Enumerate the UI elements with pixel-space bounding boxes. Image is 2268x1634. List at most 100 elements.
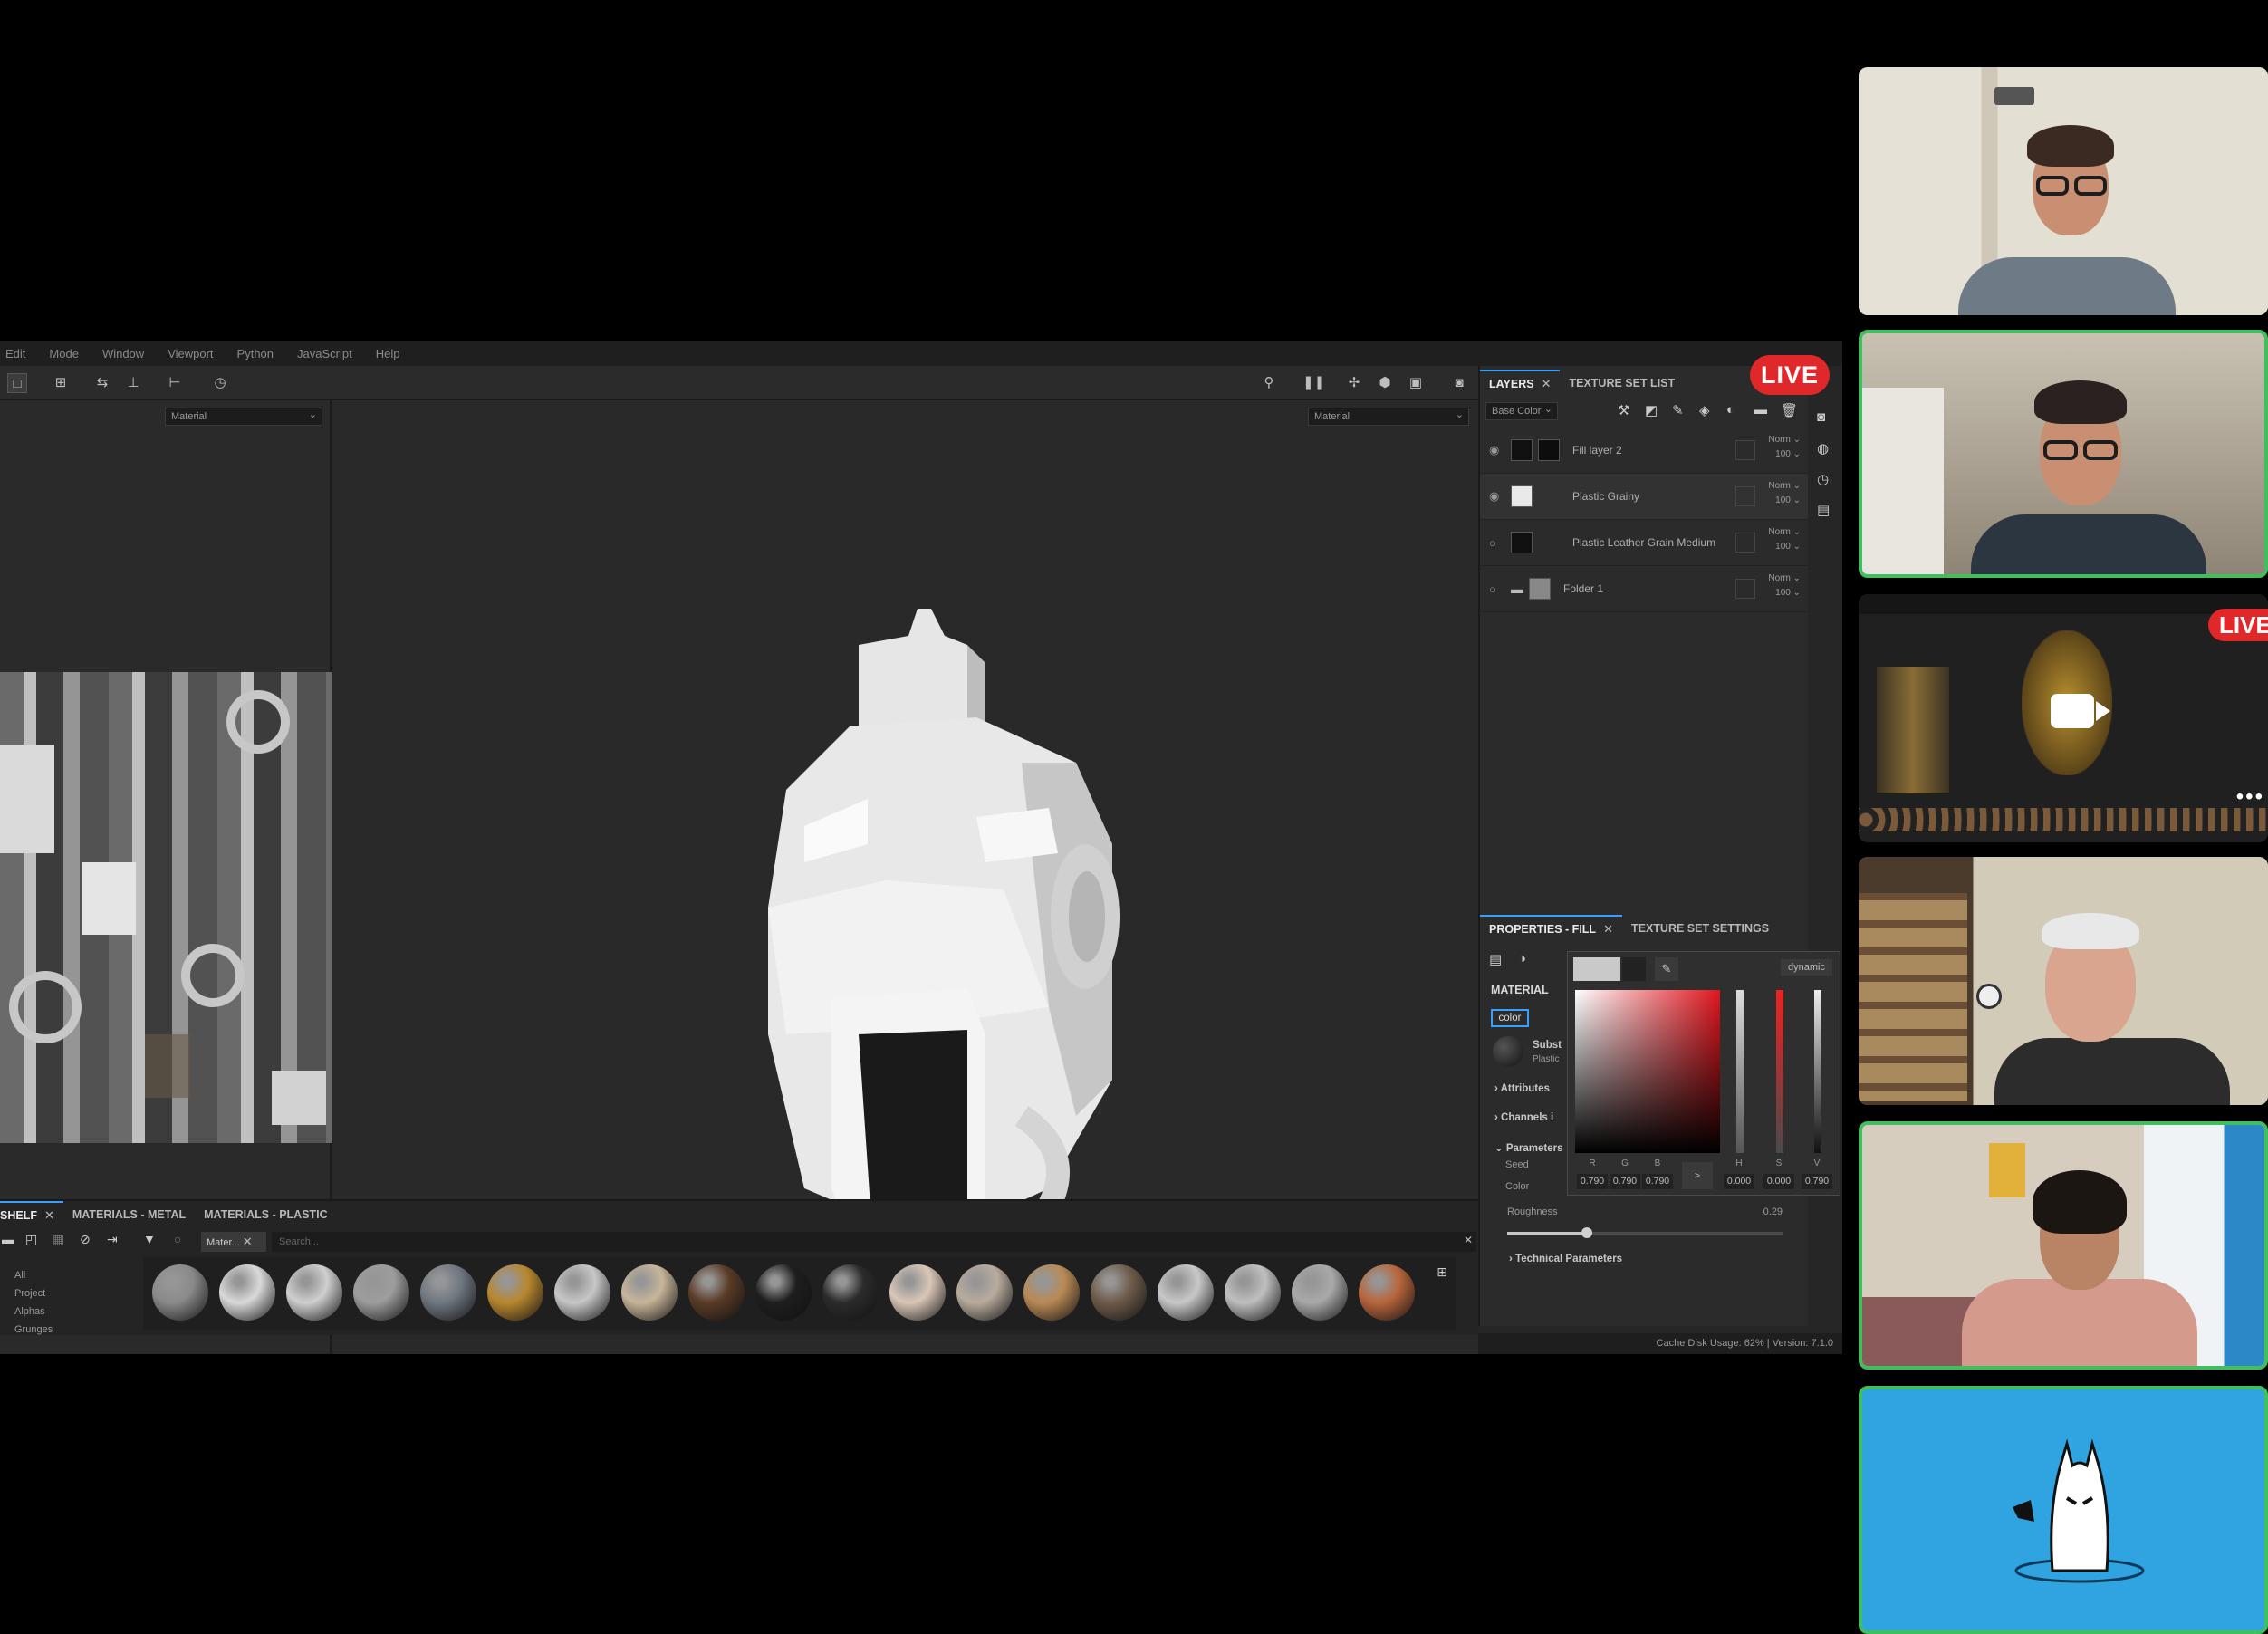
grid-view-icon[interactable]: ⊞ [1437, 1264, 1447, 1280]
participant-tile[interactable] [1859, 857, 2268, 1105]
material-sphere[interactable] [822, 1264, 879, 1321]
menu-window[interactable]: Window [102, 347, 144, 360]
symmetry-icon[interactable]: ⚲ [1259, 373, 1279, 393]
smart-material-icon[interactable]: ◐ [1726, 402, 1735, 418]
layer-blend[interactable]: Norm ⌄ 100 ⌄ [1768, 572, 1801, 601]
layer-row[interactable]: ◉ Plastic Grainy Norm ⌄ 100 ⌄ [1480, 474, 1808, 520]
tab-shelf[interactable]: SHELF ✕ [0, 1201, 63, 1228]
layer-blend[interactable]: Norm ⌄ 100 ⌄ [1768, 433, 1801, 462]
tab-layers[interactable]: LAYERS ✕ [1480, 370, 1561, 398]
layer-row[interactable]: ○ Plastic Leather Grain Medium Norm ⌄ 100… [1480, 520, 1808, 566]
archive-icon[interactable]: ▦ [53, 1232, 64, 1247]
effects-icon[interactable]: ⚒ [1618, 402, 1629, 418]
timer-icon[interactable]: ◷ [210, 373, 230, 393]
import-icon[interactable]: ⇥ [107, 1232, 118, 1247]
tab-texture-set-settings[interactable]: TEXTURE SET SETTINGS [1622, 915, 1778, 942]
single-view-icon[interactable]: □ [7, 373, 27, 393]
s-slider[interactable] [1776, 990, 1783, 1153]
new-folder-icon[interactable]: ◰ [25, 1232, 37, 1247]
layer-row[interactable]: ◉ Fill layer 2 Norm ⌄ 100 ⌄ [1480, 428, 1808, 474]
close-icon[interactable]: ✕ [1542, 370, 1552, 398]
fill-properties-icon[interactable]: ▤ [1489, 951, 1502, 967]
category-all[interactable]: All [14, 1266, 53, 1284]
screen-share-tile[interactable]: LIVE ••• [1859, 594, 2268, 842]
tab-properties-fill[interactable]: PROPERTIES - FILL ✕ [1480, 915, 1622, 942]
close-icon[interactable]: ✕ [1603, 916, 1613, 943]
material-sphere[interactable] [1292, 1264, 1348, 1321]
material-sphere-icon[interactable]: ◑ [1518, 951, 1526, 966]
menu-edit[interactable]: Edit [5, 347, 25, 360]
menu-mode[interactable]: Mode [49, 347, 79, 360]
camera-mode-icon[interactable]: ⬢ [1375, 373, 1395, 393]
g-field[interactable]: 0.790 [1610, 1174, 1640, 1189]
more-options-icon[interactable]: ••• [2236, 784, 2264, 810]
dynamic-mode-button[interactable]: dynamic [1781, 959, 1832, 976]
s-field[interactable]: 0.000 [1763, 1174, 1794, 1189]
material-sphere[interactable] [1091, 1264, 1147, 1321]
log-icon[interactable]: ▤ [1817, 502, 1830, 518]
tab-materials-plastic[interactable]: MATERIALS - PLASTIC [195, 1201, 337, 1228]
material-sphere[interactable] [554, 1264, 610, 1321]
fill-layer-icon[interactable]: ◈ [1699, 402, 1710, 418]
h-slider[interactable] [1736, 990, 1744, 1153]
material-sphere[interactable] [420, 1264, 476, 1321]
material-sphere[interactable] [1023, 1264, 1080, 1321]
layer-blend[interactable]: Norm ⌄ 100 ⌄ [1768, 479, 1801, 508]
participant-tile[interactable] [1859, 67, 2268, 315]
filter-chip[interactable]: Mater... ✕ [201, 1232, 266, 1252]
environment-icon[interactable]: ◍ [1817, 440, 1829, 457]
folder-icon[interactable]: ▬ [2, 1232, 14, 1246]
participant-tile-avatar[interactable] [1859, 1386, 2268, 1634]
menu-javascript[interactable]: JavaScript [297, 347, 352, 360]
material-sphere[interactable] [286, 1264, 342, 1321]
eye-closed-icon[interactable]: ○ [1489, 582, 1505, 596]
circle-icon[interactable]: ○ [174, 1232, 181, 1246]
attributes-section[interactable]: › Attributes [1494, 1083, 1550, 1094]
close-icon[interactable]: ✕ [44, 1202, 54, 1229]
trash-icon[interactable]: 🗑 [1781, 402, 1798, 418]
screenshot-icon[interactable]: ◙ [1449, 373, 1469, 393]
material-sphere[interactable] [1158, 1264, 1214, 1321]
material-sphere[interactable] [353, 1264, 409, 1321]
roughness-slider[interactable] [1507, 1227, 1783, 1238]
fit-icon[interactable]: ⊢ [165, 373, 185, 393]
material-sphere[interactable] [688, 1264, 745, 1321]
technical-parameters-section[interactable]: › Technical Parameters [1509, 1254, 1622, 1264]
material-sphere[interactable] [889, 1264, 946, 1321]
shelf-search-input[interactable]: Search... [272, 1232, 1476, 1252]
eyedropper-icon[interactable]: ✎ [1655, 957, 1678, 981]
align-icon[interactable]: ⊥ [123, 373, 143, 393]
category-alphas[interactable]: Alphas [14, 1302, 53, 1321]
convert-arrow-button[interactable]: > [1682, 1162, 1713, 1189]
r-field[interactable]: 0.790 [1577, 1174, 1608, 1189]
clear-search-icon[interactable]: ✕ [1464, 1234, 1473, 1246]
saturation-value-field[interactable] [1575, 990, 1720, 1153]
light-icon[interactable]: ✢ [1344, 373, 1364, 393]
pause-icon[interactable]: ❚❚ [1302, 373, 1325, 393]
mask-icon[interactable]: ◩ [1645, 402, 1658, 418]
v-slider[interactable] [1814, 990, 1821, 1153]
main-view-dropdown[interactable]: Material [1308, 407, 1469, 426]
category-project[interactable]: Project [14, 1284, 53, 1302]
grid-view-icon[interactable]: ⊞ [51, 373, 71, 393]
material-sphere[interactable] [152, 1264, 208, 1321]
hide-icon[interactable]: ⊘ [80, 1232, 91, 1247]
participant-tile-speaking[interactable] [1859, 1121, 2268, 1370]
menu-python[interactable]: Python [237, 347, 274, 360]
menu-help[interactable]: Help [376, 347, 400, 360]
participant-tile-speaking[interactable] [1859, 330, 2268, 578]
material-sphere[interactable] [219, 1264, 275, 1321]
material-preview-sphere[interactable] [1493, 1036, 1523, 1067]
material-sphere[interactable] [1359, 1264, 1415, 1321]
previous-color-swatch[interactable] [1622, 957, 1646, 981]
h-field[interactable]: 0.000 [1724, 1174, 1754, 1189]
folder-icon[interactable]: ▬ [1754, 402, 1767, 418]
eye-icon[interactable]: ◉ [1489, 443, 1505, 457]
menu-viewport[interactable]: Viewport [168, 347, 213, 360]
material-sphere[interactable] [956, 1264, 1013, 1321]
material-sphere[interactable] [1225, 1264, 1281, 1321]
parameters-section[interactable]: ⌄ Parameters [1494, 1141, 1563, 1154]
tab-materials-metal[interactable]: MATERIALS - METAL [63, 1201, 195, 1228]
b-field[interactable]: 0.790 [1642, 1174, 1673, 1189]
uv-view-dropdown[interactable]: Material [165, 407, 322, 426]
